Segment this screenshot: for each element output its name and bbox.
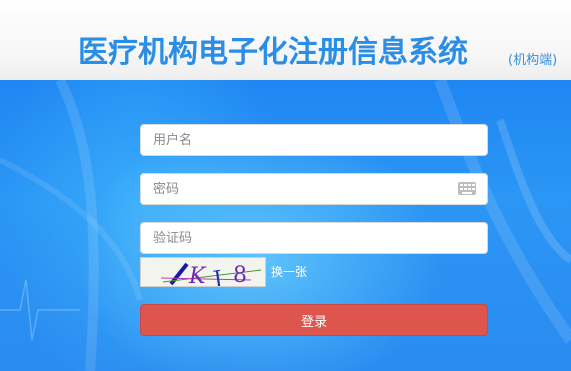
header: 医疗机构电子化注册信息系统 (机构端) xyxy=(0,0,571,80)
page-subtitle: (机构端) xyxy=(508,53,558,68)
login-button[interactable]: 登录 xyxy=(140,304,488,336)
password-input[interactable] xyxy=(140,173,488,205)
username-input[interactable] xyxy=(140,124,488,156)
keyboard-icon[interactable] xyxy=(458,182,476,195)
refresh-captcha-link[interactable]: 换一张 xyxy=(271,263,307,280)
captcha-char-j: J xyxy=(210,267,224,287)
captcha-char-k: K xyxy=(188,264,207,287)
login-page: 医疗机构电子化注册信息系统 (机构端) K J 8 换一张 登录 xyxy=(0,0,571,371)
captcha-input[interactable] xyxy=(140,222,488,254)
captcha-char-8: 8 xyxy=(233,263,247,287)
page-title: 医疗机构电子化注册信息系统 xyxy=(78,35,468,70)
captcha-image[interactable]: K J 8 xyxy=(140,257,266,287)
captcha-graphic: K J 8 xyxy=(160,262,262,287)
